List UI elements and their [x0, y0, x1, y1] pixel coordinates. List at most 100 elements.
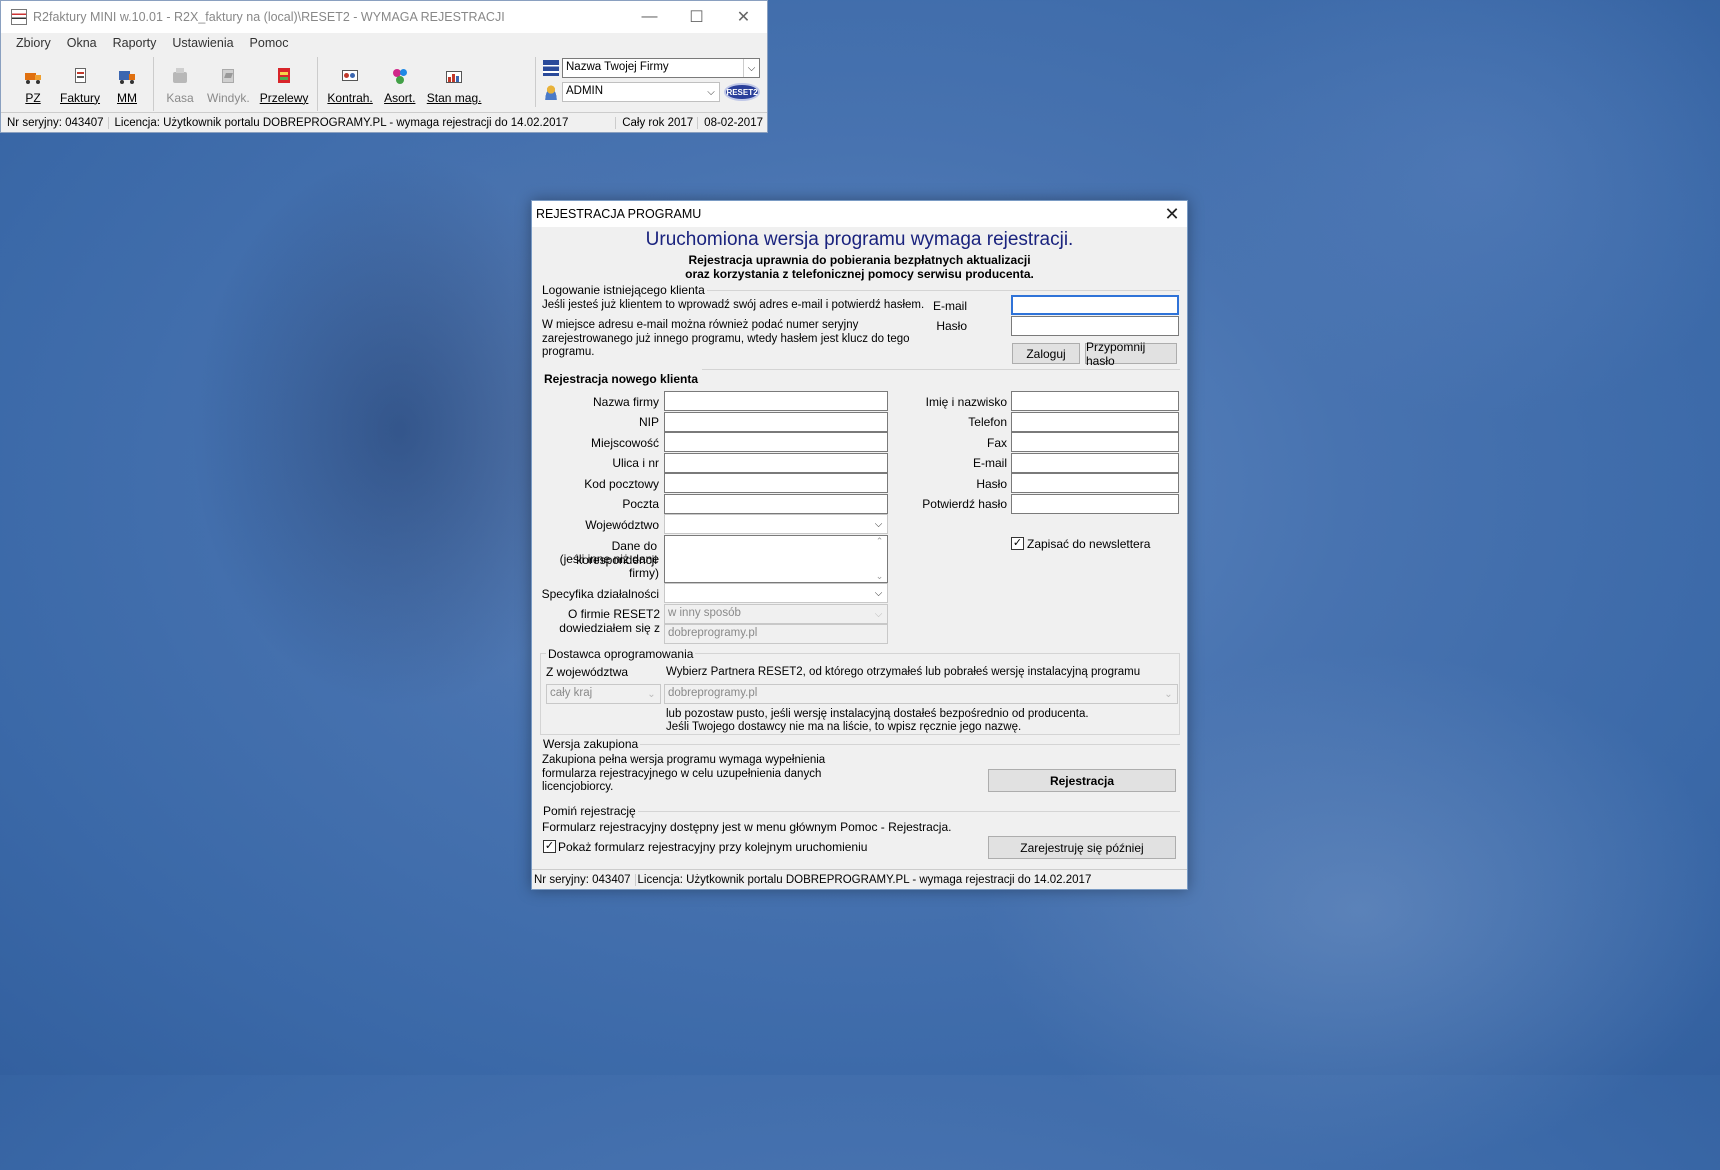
user-select[interactable]: ADMIN ⌵ [562, 82, 720, 102]
login-password-input[interactable] [1011, 316, 1179, 336]
status-period: Cały rok 2017 [616, 116, 699, 129]
new-client-group-label: Rejestracja nowego klienta [542, 372, 701, 386]
menu-okna[interactable]: Okna [59, 36, 105, 50]
field-full-name-input[interactable] [1011, 391, 1179, 411]
toolbar-windyk-button[interactable]: Windyk. [202, 57, 255, 111]
close-button[interactable]: ✕ [720, 1, 767, 33]
register-later-button[interactable]: Zarejestruję się później [988, 836, 1176, 859]
dialog-close-button[interactable]: ✕ [1157, 201, 1187, 227]
toolbar-pz-label: PZ [25, 91, 41, 105]
dialog-subheading-1: Rejestracja uprawnia do pobierania bezpł… [688, 253, 1031, 267]
purchased-group-label: Wersja zakupiona [541, 737, 641, 751]
field-source-label-1: O firmie RESET2 [567, 607, 660, 621]
field-specifics-label: Specyfika działalności [541, 587, 659, 601]
main-statusbar: Nr seryjny: 043407 Licencja: Użytkownik … [1, 112, 767, 132]
field-password-label: Hasło [976, 477, 1007, 491]
close-icon: ✕ [736, 9, 751, 26]
newsletter-label: Zapisać do newslettera [1027, 537, 1151, 551]
field-nip-input[interactable] [664, 412, 888, 432]
toolbar-kontrah-button[interactable]: Kontrah. [322, 57, 377, 111]
dialog-titlebar[interactable]: REJESTRACJA PROGRAMU ✕ [532, 201, 1187, 227]
chevron-down-icon: ⌵ [874, 587, 883, 599]
background-light [1180, 0, 1720, 420]
chevron-down-icon: ⌄ [1164, 688, 1173, 700]
login-email-input[interactable] [1011, 295, 1179, 315]
toolbar-pz-button[interactable]: PZ [11, 57, 55, 111]
chevron-down-icon: ⌵ [874, 608, 883, 620]
company-selector-area: Nazwa Twojej Firmy ⌵ ADMIN ⌵ RESET2 [543, 57, 765, 105]
field-street-input[interactable] [664, 453, 888, 473]
source-select[interactable]: w inny sposób ⌵ [664, 604, 888, 624]
toolbar-stan-mag-label: Stan mag. [426, 91, 482, 105]
toolbar-asort-button[interactable]: Asort. [378, 57, 422, 111]
register-button[interactable]: Rejestracja [988, 769, 1176, 792]
chevron-down-icon: ⌵ [707, 86, 715, 98]
transfer-icon [274, 67, 294, 85]
main-titlebar[interactable]: R2faktury MINI w.10.01 - R2X_faktury na … [1, 1, 767, 33]
field-post-office-label: Poczta [622, 497, 659, 511]
field-confirm-password-input[interactable] [1011, 494, 1179, 514]
show-form-checkbox[interactable]: ✓ [543, 840, 556, 853]
toolbar-faktury-label: Faktury [60, 91, 101, 105]
field-nip-label: NIP [638, 415, 659, 429]
cash-register-icon [170, 67, 190, 85]
supplier-hint-2: Jeśli Twojego dostawcy nie ma na liście,… [666, 721, 1022, 733]
supplier-region-select[interactable]: cały kraj ⌄ [546, 684, 661, 704]
toolbar-group-records: Kontrah. Asort. Stan mag. [317, 57, 490, 111]
minimize-icon: — [641, 8, 658, 25]
app-icon [11, 9, 27, 25]
menubar: Zbiory Okna Raporty Ustawienia Pomoc [1, 33, 767, 53]
status-license: Licencja: Użytkownik portalu DOBREPROGRA… [109, 116, 617, 129]
collection-icon [218, 67, 238, 85]
assortment-icon [390, 67, 410, 85]
login-group-label: Logowanie istniejącego klienta [540, 283, 707, 297]
remind-password-button[interactable]: Przypomnij hasło [1085, 340, 1177, 368]
field-password-input[interactable] [1011, 473, 1179, 493]
source-detail-input[interactable]: dobreprogramy.pl [664, 624, 888, 644]
specifics-select[interactable]: ⌵ [664, 583, 888, 603]
menu-zbiory[interactable]: Zbiory [1, 36, 59, 50]
login-password-label: Hasło [936, 319, 967, 333]
show-form-label: Pokaż formularz rejestracyjny przy kolej… [558, 840, 868, 854]
toolbar-faktury-button[interactable]: Faktury [55, 57, 105, 111]
scrollbar[interactable]: ⌃ ⌄ [872, 536, 887, 582]
menu-raporty[interactable]: Raporty [105, 36, 165, 50]
menu-pomoc[interactable]: Pomoc [242, 36, 297, 50]
status-serial: Nr seryjny: 043407 [1, 116, 109, 129]
toolbar-mm-button[interactable]: MM [105, 57, 149, 111]
toolbar-przelewy-button[interactable]: Przelewy [255, 57, 314, 111]
field-email-input[interactable] [1011, 453, 1179, 473]
voivodeship-select[interactable]: ⌵ [664, 514, 888, 534]
field-city-input[interactable] [664, 432, 888, 452]
toolbar-windyk-label: Windyk. [207, 91, 250, 105]
login-button[interactable]: Zaloguj [1012, 343, 1080, 364]
toolbar-asort-label: Asort. [384, 91, 416, 105]
toolbar-stan-mag-button[interactable]: Stan mag. [422, 57, 487, 111]
menu-ustawienia[interactable]: Ustawienia [164, 36, 241, 50]
field-post-office-input[interactable] [664, 494, 888, 514]
toolbar-mm-label: MM [117, 91, 138, 105]
field-fax-input[interactable] [1011, 432, 1179, 452]
company-select-value: Nazwa Twojej Firmy [566, 61, 669, 73]
supplier-partner-select[interactable]: dobreprogramy.pl ⌄ [664, 684, 1178, 704]
maximize-button[interactable]: ☐ [673, 1, 720, 33]
invoice-icon [70, 67, 90, 85]
toolbar-przelewy-label: Przelewy [259, 91, 309, 105]
user-icon [543, 84, 559, 100]
dialog-statusbar: Nr seryjny: 043407 Licencja: Użytkownik … [532, 869, 1187, 889]
login-email-label: E-mail [932, 299, 967, 313]
contractors-icon [340, 67, 360, 85]
minimize-button[interactable]: — [626, 1, 673, 33]
newsletter-checkbox[interactable]: ✓ [1011, 537, 1024, 550]
building-icon [543, 60, 559, 76]
toolbar-kasa-button[interactable]: Kasa [158, 57, 202, 111]
field-correspondence-label-2: (jeśli inne niż dane firmy) [559, 552, 659, 580]
field-phone-input[interactable] [1011, 412, 1179, 432]
company-select[interactable]: Nazwa Twojej Firmy ⌵ [562, 58, 760, 78]
correspondence-textarea[interactable]: ⌃ ⌄ [664, 535, 888, 583]
field-company-name-input[interactable] [664, 391, 888, 411]
supplier-hint-1: lub pozostaw pusto, jeśli wersję instala… [666, 708, 1089, 720]
toolbar: PZ Faktury MM Kasa Windyk. Przelewy Kont… [1, 53, 767, 111]
field-postcode-input[interactable] [664, 473, 888, 493]
field-confirm-password-label: Potwierdź hasło [922, 497, 1007, 511]
